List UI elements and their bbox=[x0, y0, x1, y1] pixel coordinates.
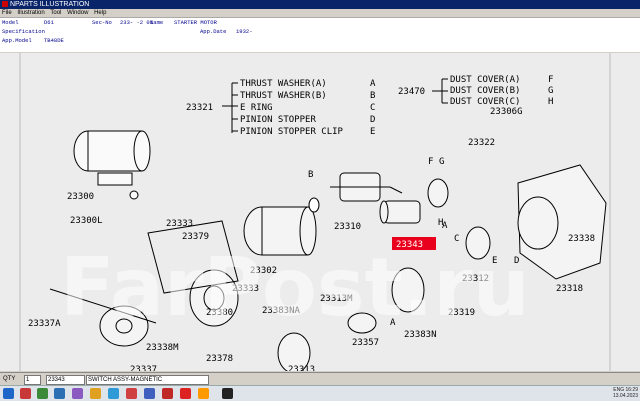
model-label: Model bbox=[2, 19, 19, 26]
appdate-value: 1932- bbox=[236, 28, 253, 35]
legend-left-key-a: A bbox=[370, 79, 376, 89]
name-value: STARTER MOTOR bbox=[174, 19, 217, 26]
starter-motor-assembly bbox=[73, 130, 151, 200]
window-titlebar: NPARTS ILLUSTRATION bbox=[0, 0, 640, 9]
legend-left-item-a: THRUST WASHER(A) bbox=[240, 79, 327, 89]
qty-field[interactable]: 1 bbox=[24, 375, 41, 385]
appmodel-value: TB48DE bbox=[44, 37, 64, 44]
washer-b bbox=[308, 197, 320, 213]
app-icon bbox=[2, 1, 8, 7]
part-label-23313[interactable]: 23313 bbox=[288, 365, 315, 371]
menu-help[interactable]: Help bbox=[94, 10, 106, 16]
callout-a: A bbox=[442, 221, 448, 231]
part-label-23357[interactable]: 23357 bbox=[352, 338, 379, 348]
part-label-23300l[interactable]: 23300L bbox=[70, 216, 103, 226]
legend-right-key-g: G bbox=[548, 86, 553, 96]
app-icon-9[interactable] bbox=[162, 388, 173, 399]
menu-file[interactable]: File bbox=[2, 10, 12, 16]
part-label-23318[interactable]: 23318 bbox=[556, 284, 583, 294]
legend-right-code[interactable]: 23470 bbox=[398, 87, 425, 97]
name-label: Name bbox=[150, 19, 164, 26]
legend-left-item-b: THRUST WASHER(B) bbox=[240, 91, 327, 101]
part-label-23322[interactable]: 23322 bbox=[468, 138, 495, 148]
part-label-23306g[interactable]: 23306G bbox=[490, 107, 523, 117]
app-icon-12[interactable] bbox=[222, 388, 233, 399]
part-name-field[interactable]: SWITCH ASSY-MAGNETIC bbox=[86, 375, 209, 385]
part-label-23378[interactable]: 23378 bbox=[206, 354, 233, 364]
app-icon-11[interactable] bbox=[198, 388, 209, 399]
spec-label: Specification bbox=[2, 28, 45, 35]
legend-left-code[interactable]: 23321 bbox=[186, 103, 213, 113]
window-title: NPARTS ILLUSTRATION bbox=[10, 1, 90, 8]
app-icon-7[interactable] bbox=[126, 388, 137, 399]
part-label-23338m[interactable]: 23338M bbox=[146, 343, 179, 353]
part-label-23338[interactable]: 23338 bbox=[568, 234, 595, 244]
secno-value: 233- -2 01 bbox=[120, 19, 154, 26]
model-value: D61 bbox=[44, 19, 54, 26]
armature bbox=[330, 172, 403, 202]
callout-b: B bbox=[308, 170, 313, 180]
illustration-canvas[interactable]: 23321 THRUST WASHER(A) A THRUST WASHER(B… bbox=[0, 53, 640, 371]
legend-right-key-h: H bbox=[548, 97, 553, 107]
legend-left-item-e: PINION STOPPER CLIP bbox=[240, 127, 344, 137]
legend-right-item-c: DUST COVER(C) bbox=[450, 97, 520, 107]
legend-left-key-c: C bbox=[370, 103, 375, 113]
gear-housing bbox=[517, 164, 607, 280]
part-label-23333-top[interactable]: 23333 bbox=[166, 219, 193, 229]
secno-label: Sec-No bbox=[92, 19, 112, 26]
legend-left-key-e: E bbox=[370, 127, 375, 137]
app-icon-3[interactable] bbox=[54, 388, 65, 399]
app-icon-2[interactable] bbox=[37, 388, 48, 399]
legend-right-item-b: DUST COVER(B) bbox=[450, 86, 520, 96]
legend-right-key-f: F bbox=[548, 75, 553, 85]
app-icon-8[interactable] bbox=[144, 388, 155, 399]
system-tray[interactable]: ENG 16:29 13.04.2023 bbox=[613, 387, 638, 399]
part-label-23337[interactable]: 23337 bbox=[130, 365, 157, 371]
app-icon-1[interactable] bbox=[20, 388, 31, 399]
menu-illustration[interactable]: Illustration bbox=[17, 10, 44, 16]
part-label-23310[interactable]: 23310 bbox=[334, 222, 361, 232]
legend-left-key-d: D bbox=[370, 115, 375, 125]
tray-date: 13.04.2023 bbox=[612, 393, 638, 399]
app-icon-6[interactable] bbox=[108, 388, 119, 399]
magnetic-switch bbox=[379, 200, 421, 224]
menu-bar: File Illustration Tool Window Help bbox=[0, 9, 640, 18]
legend-left-item-d: PINION STOPPER bbox=[240, 115, 316, 125]
info-panel: Model D61 Sec-No 233- -2 01 Name STARTER… bbox=[0, 18, 640, 52]
legend-right-item-a: DUST COVER(A) bbox=[450, 75, 520, 85]
status-bar: QTY 1 23343 SWITCH ASSY-MAGNETIC bbox=[0, 372, 640, 386]
app-icon-10[interactable] bbox=[180, 388, 191, 399]
dust-cover-f bbox=[427, 178, 449, 208]
app-icon-4[interactable] bbox=[72, 388, 83, 399]
appmodel-label: App.Model bbox=[2, 37, 32, 44]
part-number-field[interactable]: 23343 bbox=[46, 375, 85, 385]
menu-tool[interactable]: Tool bbox=[50, 10, 61, 16]
part-label-23337a[interactable]: 23337A bbox=[28, 319, 61, 329]
parts-diagram: 23321 THRUST WASHER(A) A THRUST WASHER(B… bbox=[19, 53, 611, 371]
legend-left-key-b: B bbox=[370, 91, 375, 101]
legend-left-item-c: E RING bbox=[240, 103, 273, 113]
menu-window[interactable]: Window bbox=[67, 10, 88, 16]
callout-f: F bbox=[428, 157, 433, 167]
taskbar: ENG 16:29 13.04.2023 bbox=[0, 385, 640, 401]
callout-g: G bbox=[439, 157, 444, 167]
start-icon[interactable] bbox=[3, 388, 14, 399]
appdate-label: App.Date bbox=[200, 28, 227, 35]
watermark-text: FarPost.ru bbox=[60, 241, 530, 334]
app-icon-5[interactable] bbox=[90, 388, 101, 399]
part-label-23300[interactable]: 23300 bbox=[67, 192, 94, 202]
